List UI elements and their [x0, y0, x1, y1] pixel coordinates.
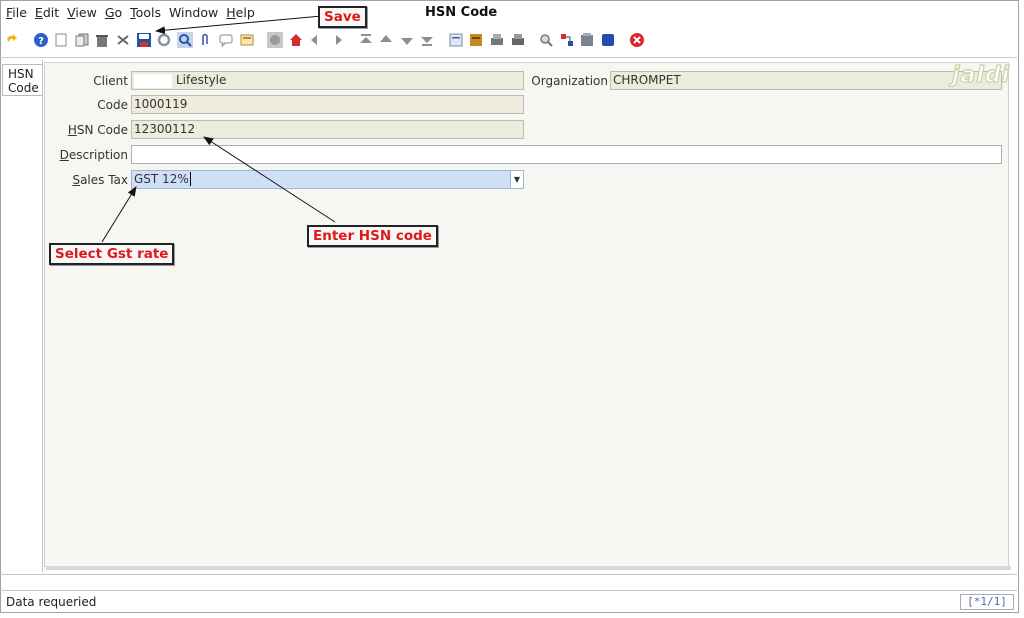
enter-hsn-callout: Enter HSN code [307, 225, 438, 247]
status-divider-top [0, 574, 1017, 575]
status-divider [0, 590, 1017, 591]
select-gst-callout: Select Gst rate [49, 243, 175, 265]
save-callout: Save [318, 6, 367, 28]
record-indicator[interactable]: [*1/1] [960, 594, 1014, 610]
annotation-arrows [101, 15, 336, 243]
status-message: Data requeried [6, 595, 97, 609]
